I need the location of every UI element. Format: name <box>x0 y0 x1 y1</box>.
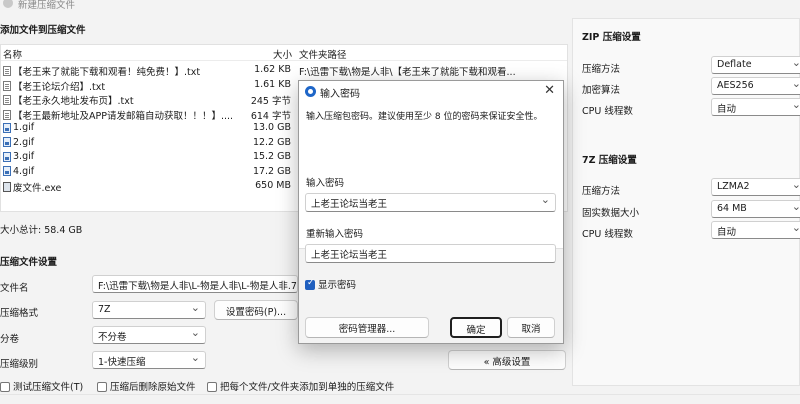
7z-solid-label: 固实数据大小 <box>582 208 640 219</box>
file-size: 12.2 GB <box>252 136 291 148</box>
option-separate[interactable]: 把每个文件/文件夹添加到单独的压缩文件 <box>207 379 394 393</box>
column-header-path[interactable]: 文件夹路径 <box>299 47 347 61</box>
show-password-checkbox[interactable] <box>305 278 315 290</box>
title-bar: 新建压缩文件 <box>0 0 800 14</box>
window-title: 新建压缩文件 <box>18 0 76 11</box>
zip-method-label: 压缩方法 <box>582 64 621 75</box>
ok-button[interactable]: 确定 <box>450 317 502 338</box>
txt-file-icon <box>3 109 11 120</box>
separate-checkbox[interactable] <box>207 382 217 392</box>
password-dialog: 输入密码 ✕ 输入压缩包密码。建议使用至少 8 位的密码来保证安全性。 输入密码… <box>298 80 564 344</box>
file-size: 614 字节 <box>250 110 291 122</box>
format-select[interactable]: 7Z <box>92 301 206 319</box>
file-size: 13.0 GB <box>252 122 291 133</box>
7z-method-select[interactable]: LZMA2 <box>711 178 800 196</box>
file-size: 245 字节 <box>250 96 291 107</box>
column-header-name[interactable]: 名称 <box>3 47 22 61</box>
separate-label: 把每个文件/文件夹添加到单独的压缩文件 <box>220 382 395 393</box>
settings-section-title: 压缩文件设置 <box>0 257 58 268</box>
7z-threads-select[interactable]: 自动 <box>711 221 800 239</box>
file-name: 2.gif <box>3 137 34 148</box>
password-manager-button[interactable]: 密码管理器... <box>305 317 429 338</box>
exe-file-icon <box>3 182 11 192</box>
column-header-size[interactable]: 大小 <box>273 47 292 61</box>
status-bar <box>0 394 800 404</box>
file-name: 3.gif <box>3 151 34 162</box>
split-label: 分卷 <box>0 334 20 345</box>
file-path: F:\迅雷下载\物是人非\【老王来了就能下载和观看... <box>299 67 516 78</box>
zip-encryption-label: 加密算法 <box>582 85 621 96</box>
7z-method-label: 压缩方法 <box>582 186 621 197</box>
file-name: 【老王最新地址及APP请发邮箱自动获取！！！】.... <box>3 108 233 122</box>
7z-threads-label: CPU 线程数 <box>582 229 633 240</box>
file-name: 【老王来了就能下载和观看！纯免费！】.txt <box>3 64 200 78</box>
total-size: 大小总计: 58.4 GB <box>0 225 83 236</box>
repeat-password-label: 重新输入密码 <box>306 229 364 240</box>
dialog-title-bar[interactable]: 输入密码 ✕ <box>299 81 563 103</box>
file-list-header: 名称 大小 文件夹路径 <box>1 45 567 61</box>
show-password-label: 显示密码 <box>318 280 357 291</box>
filename-input[interactable]: F:\迅雷下载\物是人非\L-物是人非\L-物是人非.7z <box>92 275 298 293</box>
split-select[interactable]: 不分卷 <box>92 326 206 344</box>
files-section-title: 添加文件到压缩文件 <box>0 25 86 36</box>
level-select[interactable]: 1-快速压缩 <box>92 351 206 369</box>
file-name: 4.gif <box>3 166 34 177</box>
file-size: 17.2 GB <box>252 165 291 177</box>
txt-file-icon <box>3 80 11 91</box>
filename-label: 文件名 <box>0 283 29 294</box>
7z-settings-title: 7Z 压缩设置 <box>582 155 637 166</box>
gif-file-icon <box>3 166 11 176</box>
test-label: 测试压缩文件(T) <box>13 382 84 393</box>
txt-file-icon <box>3 66 11 76</box>
zip-threads-select[interactable]: 自动 <box>711 98 800 116</box>
zip-settings-title: ZIP 压缩设置 <box>582 32 641 43</box>
7z-solid-select[interactable]: 64 MB <box>711 200 800 218</box>
delete-checkbox[interactable] <box>97 382 107 392</box>
password-label: 输入密码 <box>306 178 345 189</box>
compression-settings-panel: ZIP 压缩设置 压缩方法 Deflate 加密算法 AES256 CPU 线程… <box>572 18 800 386</box>
gif-file-icon <box>3 151 11 162</box>
txt-file-icon <box>3 95 11 105</box>
level-label: 压缩级别 <box>0 359 39 370</box>
test-checkbox[interactable] <box>0 382 10 392</box>
gif-file-icon <box>3 122 11 133</box>
file-name: 【老王永久地址发布页】.txt <box>3 93 134 107</box>
file-size: 1.62 KB <box>254 64 291 75</box>
app-icon <box>3 0 13 8</box>
file-name: 1.gif <box>3 122 34 133</box>
password-input[interactable]: 上老王论坛当老王 <box>305 193 556 212</box>
repeat-password-input[interactable]: 上老王论坛当老王 <box>305 244 556 263</box>
dialog-hint: 输入压缩包密码。建议使用至少 8 位的密码来保证安全性。 <box>306 112 543 122</box>
file-row[interactable]: 【老王来了就能下载和观看！纯免费！】.txt 1.62 KB F:\迅雷下载\物是人… <box>1 63 567 78</box>
zip-encryption-select[interactable]: AES256 <box>711 77 800 95</box>
file-name: 废文件.exe <box>3 180 61 194</box>
close-icon[interactable]: ✕ <box>544 83 555 98</box>
format-label: 压缩格式 <box>0 308 39 319</box>
file-size: 650 MB <box>255 180 291 191</box>
delete-label: 压缩后删除原始文件 <box>110 382 196 393</box>
file-size: 15.2 GB <box>252 151 291 162</box>
option-test[interactable]: 测试压缩文件(T) <box>0 379 83 393</box>
dialog-title: 输入密码 <box>320 89 360 100</box>
zip-method-select[interactable]: Deflate <box>711 56 800 74</box>
file-name: 【老王论坛介绍】.txt <box>3 79 105 93</box>
cancel-button[interactable]: 取消 <box>507 317 555 338</box>
show-password-option[interactable]: 显示密码 <box>305 277 356 291</box>
dialog-app-icon <box>305 86 316 97</box>
file-size: 1.61 KB <box>254 78 291 90</box>
advanced-settings-button[interactable]: « 高级设置 <box>448 350 566 370</box>
option-delete[interactable]: 压缩后删除原始文件 <box>97 379 196 393</box>
gif-file-icon <box>3 137 11 147</box>
zip-threads-label: CPU 线程数 <box>582 106 633 117</box>
set-password-button[interactable]: 设置密码(P)... <box>214 300 298 320</box>
